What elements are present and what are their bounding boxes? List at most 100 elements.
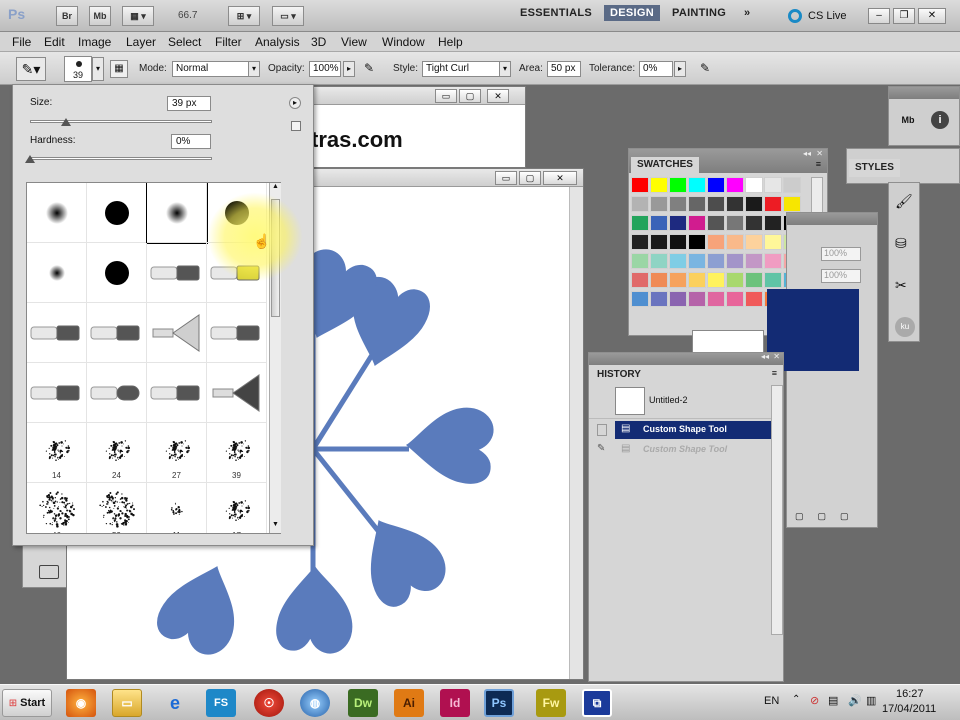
menu-window[interactable]: Window xyxy=(382,35,425,49)
internet-explorer-icon[interactable]: e xyxy=(160,689,190,717)
brush-preset-bristle-round-icon[interactable] xyxy=(147,243,207,303)
brush-preset-soft-small-icon[interactable] xyxy=(27,243,87,303)
brush-grid-scrollbar[interactable]: ▲ ▼ xyxy=(269,183,281,533)
swatch-color[interactable] xyxy=(688,253,706,269)
brush-preset-hard-icon[interactable] xyxy=(87,243,147,303)
history-collapse-icon[interactable]: ◂◂ xyxy=(761,352,769,361)
swatch-color[interactable] xyxy=(764,272,782,288)
size-field[interactable]: 39 px xyxy=(167,96,211,111)
style-select[interactable]: Tight Curl xyxy=(422,61,500,77)
swatch-color[interactable] xyxy=(707,177,725,193)
swatch-color[interactable] xyxy=(764,177,782,193)
swatch-color[interactable] xyxy=(707,291,725,307)
fireworks-icon[interactable]: Fw xyxy=(536,689,566,717)
tab-swatches[interactable]: SWATCHES xyxy=(631,157,699,173)
brush-preset-spatter-icon[interactable]: 24 xyxy=(87,423,147,483)
menu-select[interactable]: Select xyxy=(168,35,201,49)
tab-history[interactable]: HISTORY xyxy=(591,366,647,384)
volume-icon[interactable]: 🔊 xyxy=(848,694,862,707)
document-window-back[interactable]: ▭ ▢ ✕ tras.com xyxy=(300,86,526,168)
close-button[interactable]: ✕ xyxy=(918,8,946,24)
doc-back-minimize[interactable]: ▭ xyxy=(435,89,457,103)
quick-mask-icon[interactable] xyxy=(39,565,59,579)
swatch-color[interactable] xyxy=(650,291,668,307)
history-state-marker-icon[interactable] xyxy=(597,424,607,436)
brush-preset-bristle-flat-icon[interactable] xyxy=(27,303,87,363)
history-menu-icon[interactable]: ≡ xyxy=(772,368,777,378)
brush-preset-preview[interactable]: 39 xyxy=(64,56,92,82)
size-slider-track[interactable] xyxy=(30,120,212,123)
doc-back-close[interactable]: ✕ xyxy=(487,89,509,103)
zoom-level[interactable]: 66.7 xyxy=(178,10,197,21)
brush-preset-bristle-wedge-icon[interactable] xyxy=(147,363,207,423)
panel-menu-icon[interactable]: ≡ xyxy=(816,159,821,169)
swatch-color[interactable] xyxy=(688,234,706,250)
swatch-color[interactable] xyxy=(745,196,763,212)
doc-back-restore[interactable]: ▢ xyxy=(459,89,481,103)
layers-bottom-icons[interactable]: ▢▢▢ xyxy=(795,511,863,522)
brush-preset-bristle-angle-icon[interactable] xyxy=(87,303,147,363)
tools-icon[interactable]: ✂ xyxy=(895,277,907,294)
swatch-color[interactable] xyxy=(669,234,687,250)
history-brush-source-icon[interactable]: ✎ xyxy=(597,443,605,454)
mini-bridge-icon[interactable]: Mb xyxy=(897,111,919,131)
brush-preset-soft-icon[interactable] xyxy=(27,183,87,243)
hardness-field[interactable]: 0% xyxy=(171,134,211,149)
swatch-color[interactable] xyxy=(707,196,725,212)
swatch-color[interactable] xyxy=(745,272,763,288)
history-close-icon[interactable]: ✕ xyxy=(773,352,780,361)
restore-button[interactable]: ❐ xyxy=(893,8,915,24)
arrange-documents-button[interactable]: ⊞ ▾ xyxy=(228,6,260,26)
layers-zoom-a[interactable]: 100% xyxy=(821,247,861,261)
swatch-color[interactable] xyxy=(726,177,744,193)
doc-main-close[interactable]: ✕ xyxy=(543,171,577,185)
clock-time[interactable]: 16:27 xyxy=(896,688,924,700)
picker-menu-icon[interactable]: ▸ xyxy=(289,97,301,109)
vertical-scrollbar[interactable] xyxy=(569,187,583,679)
history-item-selected[interactable]: ▤ Custom Shape Tool xyxy=(589,421,771,439)
brush-preset-bristle-point-icon[interactable] xyxy=(207,303,267,363)
brush-preset-spatter-icon[interactable]: 27 xyxy=(147,423,207,483)
tolerance-field[interactable]: 0% xyxy=(639,61,673,77)
swatch-color[interactable] xyxy=(688,196,706,212)
swatch-color[interactable] xyxy=(726,291,744,307)
brush-preset-fan-dark-icon[interactable] xyxy=(207,363,267,423)
cs-live-label[interactable]: CS Live xyxy=(808,10,847,22)
history-item-dimmed[interactable]: ✎ ▤ Custom Shape Tool xyxy=(589,441,771,459)
panel-collapse-icon[interactable]: ◂◂ xyxy=(803,149,811,158)
style-dropdown[interactable]: ▾ xyxy=(499,61,511,77)
doc-main-minimize[interactable]: ▭ xyxy=(495,171,517,185)
clock-date[interactable]: 17/04/2011 xyxy=(882,703,936,715)
opacity-stepper[interactable]: ▸ xyxy=(343,61,355,77)
toggle-brush-panel-icon[interactable]: ▦ xyxy=(110,60,128,78)
tab-styles[interactable]: STYLES xyxy=(849,159,900,177)
brush-preset-spatter-icon[interactable]: 14 xyxy=(27,423,87,483)
brush-preset-grid[interactable]: 14 24 27 39 46591117 xyxy=(26,182,281,534)
firefox-icon[interactable]: ◉ xyxy=(66,689,96,717)
menu-3d[interactable]: 3D xyxy=(311,35,326,49)
photoshop-taskbar-icon[interactable]: Ps xyxy=(484,689,514,717)
swatch-color[interactable] xyxy=(745,234,763,250)
illustrator-icon[interactable]: Ai xyxy=(394,689,424,717)
language-indicator[interactable]: EN xyxy=(764,695,779,707)
opacity-field[interactable]: 100% xyxy=(309,61,341,77)
brush-presets-icon[interactable]: 🖌 xyxy=(895,193,913,210)
workspace-design[interactable]: DESIGN xyxy=(604,5,660,21)
area-field[interactable]: 50 px xyxy=(547,61,581,77)
tablet-size-icon[interactable]: ✎ xyxy=(700,61,716,77)
brush-preset-bristle-blunt-icon[interactable] xyxy=(27,363,87,423)
swatch-color[interactable] xyxy=(650,215,668,231)
scroll-thumb[interactable] xyxy=(271,199,280,317)
scroll-up-arrow-icon[interactable]: ▲ xyxy=(270,183,281,195)
swatch-color[interactable] xyxy=(707,253,725,269)
minimize-button[interactable]: – xyxy=(868,8,890,24)
network-icon[interactable]: ▥ xyxy=(866,694,876,707)
menu-view[interactable]: View xyxy=(341,35,367,49)
swatch-color[interactable] xyxy=(707,272,725,288)
panel-close-icon[interactable]: ✕ xyxy=(816,149,823,158)
swatch-color[interactable] xyxy=(650,196,668,212)
art-history-brush-icon[interactable]: ✎▾ xyxy=(16,57,46,81)
globe-app-icon[interactable]: ◍ xyxy=(300,689,330,717)
menu-layer[interactable]: Layer xyxy=(126,35,156,49)
swatch-color[interactable] xyxy=(707,215,725,231)
